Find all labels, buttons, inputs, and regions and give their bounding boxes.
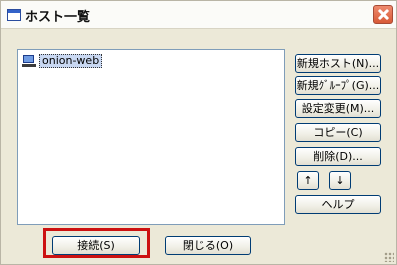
title-bar[interactable]: ホスト一覧 — [1, 1, 396, 29]
host-list[interactable]: onion-web — [17, 49, 285, 225]
window-title: ホスト一覧 — [25, 10, 91, 25]
new-group-button[interactable]: 新規ｸﾞﾙｰﾌﾟ(G)... — [295, 76, 381, 95]
help-button[interactable]: ヘルプ — [295, 195, 381, 214]
computer-icon — [22, 54, 36, 67]
close-button[interactable]: 閉じる(O) — [165, 236, 251, 255]
close-icon[interactable] — [373, 5, 393, 24]
move-up-button[interactable]: ↑ — [297, 171, 319, 190]
window-icon — [7, 9, 21, 21]
new-host-button[interactable]: 新規ホスト(N)... — [295, 54, 381, 73]
edit-settings-button[interactable]: 設定変更(M)... — [295, 99, 381, 118]
host-name: onion-web — [39, 53, 103, 68]
copy-button[interactable]: コピー(C) — [295, 123, 381, 142]
delete-button[interactable]: 削除(D)... — [295, 147, 381, 166]
resize-grip[interactable] — [384, 252, 394, 262]
host-list-dialog: ホスト一覧 onion-web 新規ホスト(N)... 新規ｸﾞﾙｰﾌﾟ(G).… — [0, 0, 397, 265]
list-item[interactable]: onion-web — [22, 53, 103, 68]
move-down-button[interactable]: ↓ — [329, 171, 351, 190]
highlight-box — [43, 228, 150, 258]
